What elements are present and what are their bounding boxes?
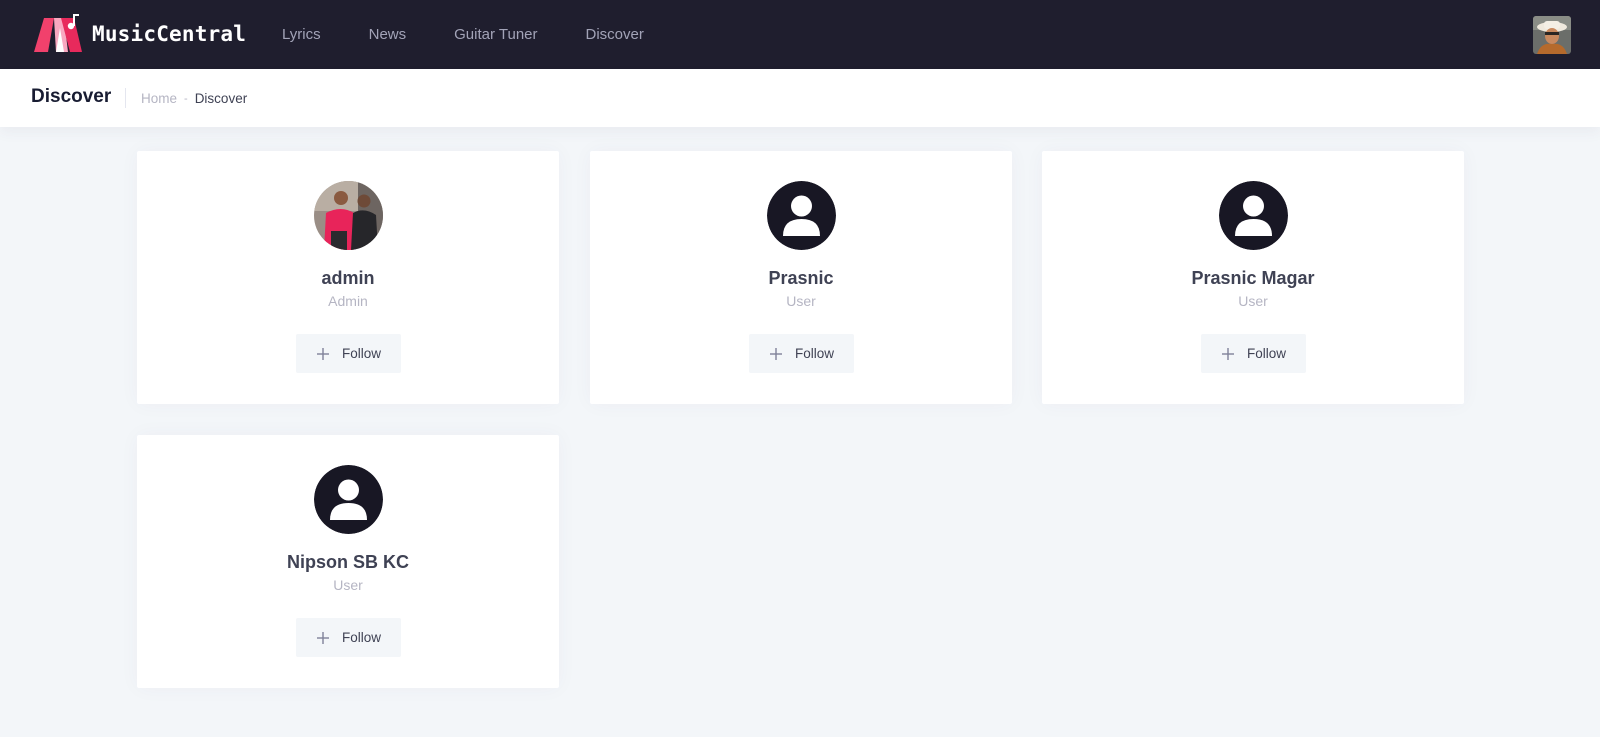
brand[interactable]: MusicCentral — [34, 14, 246, 54]
breadcrumb-home-link[interactable]: Home — [141, 91, 177, 106]
follow-label: Follow — [341, 346, 381, 361]
user-card: Prasnic User Follow — [590, 151, 1012, 404]
user-avatar-photo — [1533, 16, 1571, 54]
breadcrumb-separator: - — [184, 92, 188, 105]
music-note-logo-icon — [34, 14, 82, 52]
user-role: User — [333, 577, 363, 593]
default-user-icon — [1219, 181, 1288, 250]
default-user-icon — [767, 181, 836, 250]
nav-link-news[interactable]: News — [369, 26, 407, 43]
main-nav: Lyrics News Guitar Tuner Discover — [282, 0, 692, 69]
follow-label: Follow — [341, 630, 381, 645]
subheader-divider — [125, 88, 126, 108]
avatar — [314, 181, 383, 250]
user-name: Prasnic — [768, 268, 834, 288]
user-card: Prasnic Magar User Follow — [1042, 151, 1464, 404]
plus-icon — [316, 631, 329, 644]
subheader: Discover Home - Discover — [0, 69, 1600, 127]
plus-icon — [316, 347, 329, 360]
user-role: User — [1238, 293, 1268, 309]
user-role: Admin — [328, 293, 368, 309]
follow-label: Follow — [1246, 346, 1286, 361]
user-card: Nipson SB KC User Follow — [137, 435, 559, 688]
nav-link-lyrics[interactable]: Lyrics — [282, 26, 321, 43]
follow-button[interactable]: Follow — [1201, 334, 1306, 373]
follow-button[interactable]: Follow — [296, 618, 401, 657]
user-name: Prasnic Magar — [1191, 268, 1315, 288]
avatar — [1219, 181, 1288, 250]
user-name: Nipson SB KC — [286, 552, 409, 572]
follow-button[interactable]: Follow — [749, 334, 854, 373]
plus-icon — [1221, 347, 1234, 360]
default-user-icon — [314, 465, 383, 534]
plus-icon — [769, 347, 782, 360]
user-name: admin — [321, 268, 375, 288]
page-title: Discover — [31, 86, 112, 107]
breadcrumb: Home - Discover — [141, 91, 247, 106]
user-card: admin Admin Follow — [137, 151, 559, 404]
nav-link-discover[interactable]: Discover — [586, 26, 644, 43]
nav-link-guitar-tuner[interactable]: Guitar Tuner — [454, 26, 537, 43]
avatar — [767, 181, 836, 250]
brand-name: MusicCentral — [92, 22, 247, 46]
follow-label: Follow — [794, 346, 834, 361]
user-avatar-button[interactable] — [1533, 16, 1571, 54]
user-role: User — [786, 293, 816, 309]
breadcrumb-current: Discover — [194, 91, 248, 106]
avatar — [314, 465, 383, 534]
user-photo — [314, 181, 383, 250]
follow-button[interactable]: Follow — [296, 334, 401, 373]
top-navbar: MusicCentral Lyrics News Guitar Tuner Di… — [0, 0, 1600, 69]
